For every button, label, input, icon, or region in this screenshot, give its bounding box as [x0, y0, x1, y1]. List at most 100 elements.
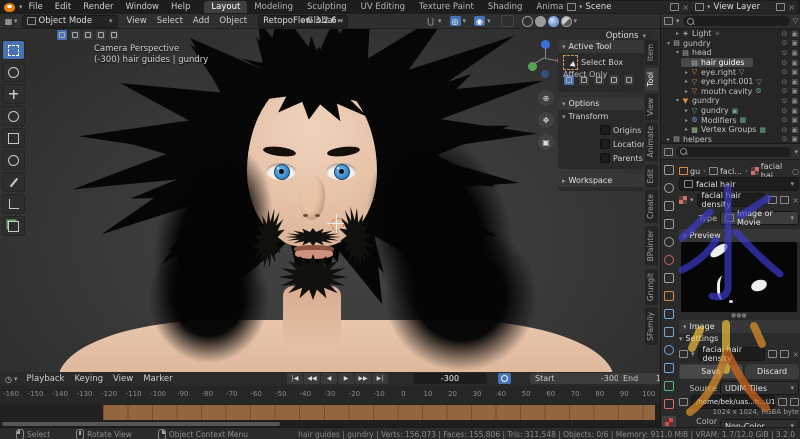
material-preview-icon[interactable] — [548, 16, 559, 27]
select-intersect-icon[interactable] — [108, 29, 120, 41]
tool-tab[interactable] — [662, 164, 676, 175]
camera-visibility-icon[interactable]: ▣ — [791, 126, 798, 134]
sidebar-tab[interactable]: View — [645, 94, 658, 120]
outliner-search[interactable] — [683, 16, 790, 26]
transport-button[interactable]: ◀◀ — [304, 373, 320, 384]
constraints-tab[interactable] — [662, 362, 676, 373]
gizmo-y-axis[interactable] — [528, 62, 537, 71]
sidebar-tab[interactable]: Create — [645, 190, 658, 223]
fake-user-shield-icon[interactable] — [768, 350, 777, 358]
type-dropdown[interactable]: Image or Movie▾ — [720, 211, 799, 225]
move-tool[interactable] — [2, 84, 25, 104]
checkbox-icon[interactable] — [600, 125, 610, 135]
disclosure-icon[interactable]: ▸ — [683, 126, 690, 133]
object-tab[interactable] — [662, 290, 676, 301]
view-layer-tab[interactable] — [662, 218, 676, 229]
orientation-widget[interactable]: ⌖ Global ▾ — [300, 16, 341, 26]
camera-visibility-icon[interactable]: ▣ — [791, 68, 798, 76]
sidebar-tab[interactable]: Tool — [645, 68, 658, 91]
viewport-menu-item[interactable]: Object — [214, 16, 252, 26]
editor-type-icon[interactable] — [664, 17, 673, 25]
pin-icon[interactable]: ○ — [792, 167, 799, 176]
workspace-tab[interactable]: Shading — [481, 1, 530, 13]
workspace-tab[interactable]: Modeling — [247, 1, 300, 13]
chevron-down-icon[interactable]: ▾ — [794, 148, 798, 156]
timeline-menu-item[interactable]: Marker — [138, 374, 177, 384]
sidebar-tab[interactable]: SFamily — [645, 308, 658, 345]
hide-eye-icon[interactable]: ⊙ — [782, 30, 788, 38]
reload-icon[interactable] — [790, 398, 799, 406]
rendered-shading-icon[interactable] — [561, 16, 572, 27]
camera-visibility-icon[interactable]: ▣ — [791, 87, 798, 95]
scale-tool[interactable] — [2, 128, 25, 148]
outliner-row[interactable]: ▾ ▤ gundry ⊙ ▣ — [661, 39, 800, 49]
timeline-menu-item[interactable]: View — [108, 374, 138, 384]
save-button[interactable]: Save — [679, 364, 743, 379]
editor-type-icon[interactable]: ◷ — [3, 374, 14, 384]
editor-type-icon[interactable] — [664, 148, 673, 156]
collection-tab[interactable] — [662, 272, 676, 283]
falloff-icon[interactable]: ◉ — [474, 16, 485, 26]
disclosure-icon[interactable]: ▸ — [674, 30, 681, 37]
viewport-menu-item[interactable]: Select — [152, 16, 188, 26]
filter-icon[interactable]: ▽ — [793, 17, 798, 25]
material-tab[interactable] — [662, 398, 676, 409]
scene-name[interactable]: Scene — [586, 2, 668, 12]
breadcrumb-object[interactable]: gu — [679, 167, 700, 176]
copy-icon[interactable] — [780, 196, 789, 204]
workspace-tab[interactable]: Sculpting — [300, 1, 354, 13]
gizmo-z-axis[interactable] — [541, 40, 550, 49]
texture-tab[interactable] — [662, 416, 676, 427]
data-tab[interactable] — [662, 380, 676, 391]
camera-visibility-icon[interactable]: ▣ — [791, 30, 798, 38]
view-layer-name[interactable]: View Layer — [714, 2, 774, 12]
outliner-row[interactable]: ▸ ⚙ Modifiers ▦ ⊙ ▣ — [661, 115, 800, 125]
outliner-item-label[interactable]: hair guides — [701, 58, 744, 67]
workspace-tab[interactable]: Texture Paint — [412, 1, 481, 13]
checkbox-icon[interactable] — [600, 139, 610, 149]
close-icon[interactable]: × — [682, 3, 689, 12]
blender-logo-icon[interactable] — [4, 3, 15, 12]
current-frame-field[interactable]: -300 — [413, 373, 487, 384]
workspace-tab[interactable]: Layout — [204, 1, 247, 13]
camera-visibility-icon[interactable]: ▣ — [791, 97, 798, 105]
viewport-menu-item[interactable]: Add — [188, 16, 214, 26]
world-tab[interactable] — [662, 254, 676, 265]
particles-tab[interactable] — [662, 326, 676, 337]
select-extend-icon[interactable] — [69, 29, 81, 41]
rotate-tool[interactable] — [2, 106, 25, 126]
outliner-item-label[interactable]: eye.right.001 — [701, 77, 753, 86]
disclosure-icon[interactable]: ▸ — [665, 136, 672, 143]
properties-search[interactable] — [676, 147, 791, 157]
hide-eye-icon[interactable]: ⊙ — [782, 49, 788, 57]
outliner-row[interactable]: ▸ ☀ Light ✧ ⊙ ▣ — [661, 29, 800, 39]
outliner-item-label[interactable]: mouth cavity — [701, 87, 752, 96]
transform-header[interactable]: ▾Transform — [558, 110, 644, 123]
outliner-item-label[interactable]: Light — [692, 29, 711, 38]
image-name-field[interactable]: facial hair density — [698, 347, 766, 361]
solid-shading-icon[interactable] — [535, 16, 546, 27]
hide-eye-icon[interactable]: ⊙ — [782, 68, 788, 76]
menu-item[interactable]: Edit — [49, 2, 77, 12]
hide-eye-icon[interactable]: ⊙ — [782, 59, 788, 67]
hide-eye-icon[interactable]: ⊙ — [782, 87, 788, 95]
timeline-menu-item[interactable]: Keying — [69, 374, 108, 384]
outliner-item-label[interactable]: gundry — [692, 96, 720, 105]
close-icon[interactable]: × — [788, 3, 795, 12]
options-header[interactable]: ▾Options — [558, 97, 644, 110]
menu-item[interactable]: Window — [119, 2, 165, 12]
mode-dropdown[interactable]: Object Mode ▾ — [22, 15, 118, 28]
disclosure-icon[interactable]: ▾ — [665, 40, 672, 47]
outliner-item-label[interactable]: gundry — [683, 39, 711, 48]
measure-tool[interactable] — [2, 194, 25, 214]
disclosure-icon[interactable]: ▸ — [683, 117, 690, 124]
unlink-icon[interactable]: × — [792, 350, 799, 359]
auto-keyframe-button[interactable] — [498, 373, 511, 384]
disclosure-icon[interactable]: ▾ — [674, 49, 681, 56]
disclosure-icon[interactable]: ▾ — [674, 97, 681, 104]
outliner-item-label[interactable]: gundry — [701, 106, 729, 115]
filepath-field[interactable]: /home/bek/uas...h...U10...png — [691, 395, 775, 409]
resize-grip[interactable]: ●●● — [731, 312, 747, 319]
workspace-tab[interactable]: UV Editing — [354, 1, 412, 13]
fake-user-shield-icon[interactable] — [768, 196, 777, 204]
